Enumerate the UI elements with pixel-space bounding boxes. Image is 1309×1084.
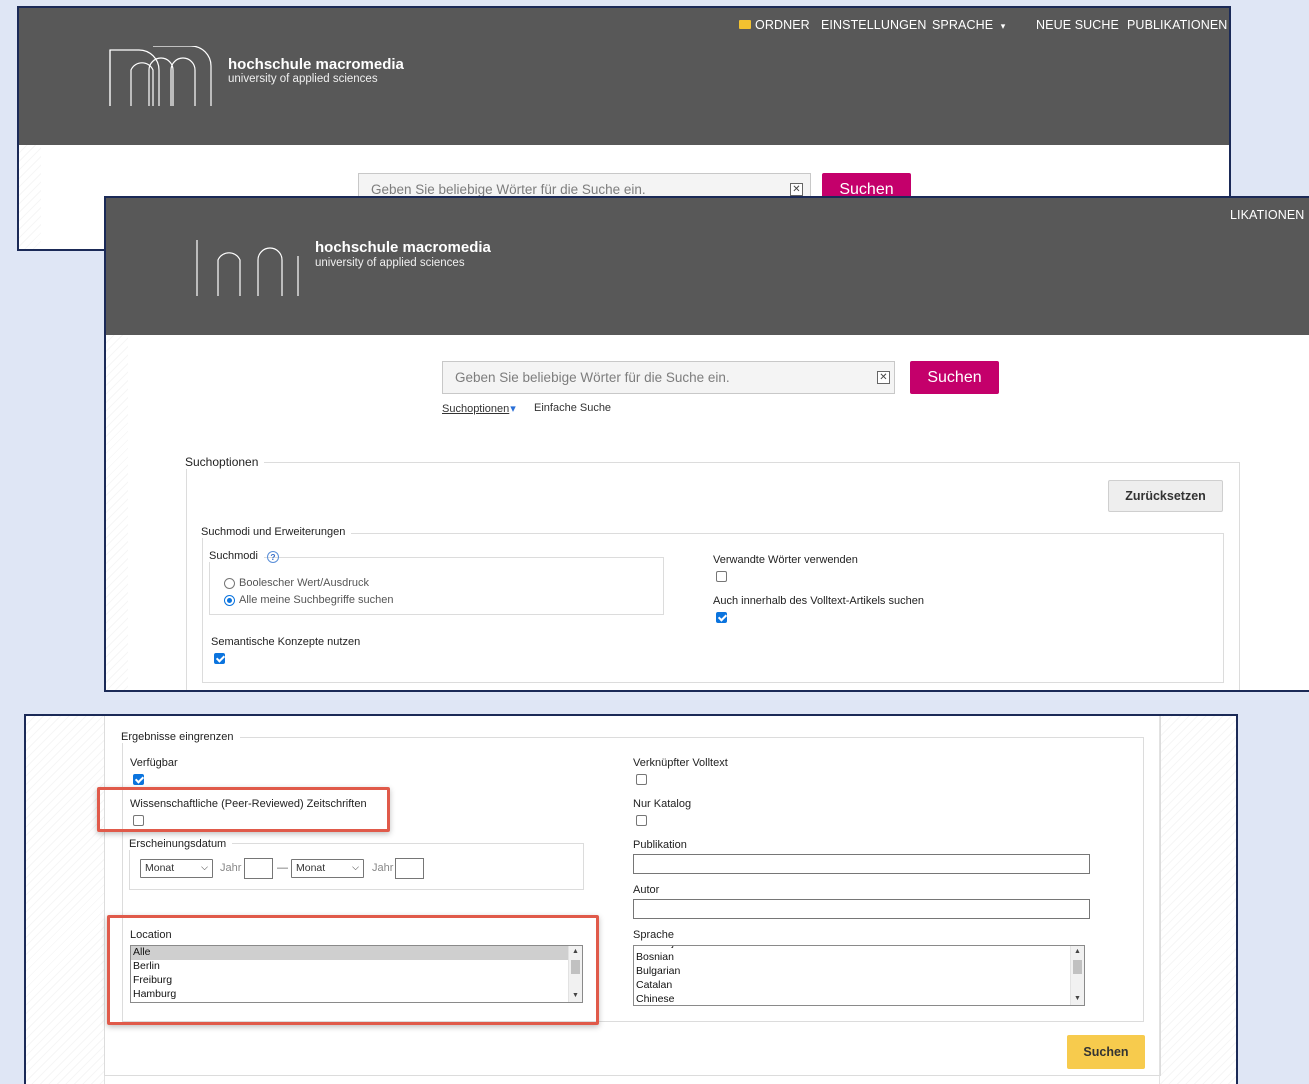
reset-button[interactable]: Zurücksetzen [1108, 480, 1223, 512]
search-modes-title: Suchmodi und Erweiterungen [201, 526, 352, 538]
search-input-2[interactable]: Geben Sie beliebige Wörter für die Suche… [442, 361, 895, 394]
limits-title: Ergebnisse eingrenzen [121, 731, 240, 743]
language-scrollbar[interactable]: ▲ ▼ [1070, 946, 1084, 1005]
linked-fulltext-checkbox[interactable] [636, 774, 647, 785]
publication-label: Publikation [633, 839, 687, 851]
year-to-label: Jahr [372, 862, 394, 874]
list-option[interactable]: Bosnian [634, 951, 1084, 965]
logo-subtitle-2: university of applied sciences [315, 257, 465, 269]
date-dash: — [277, 862, 288, 874]
list-option[interactable]: Chinese [634, 993, 1084, 1005]
screenshot-panel-middle: LIKATIONEN hochschule macromedia univers… [104, 196, 1309, 692]
radio-boolean-label: Boolescher Wert/Ausdruck [239, 577, 370, 589]
nav-folder[interactable]: ORDNER [739, 18, 810, 32]
annotation-box-peer-reviewed [97, 787, 390, 832]
radio-boolean[interactable] [224, 578, 235, 589]
list-option[interactable]: Catalan [634, 979, 1084, 993]
date-label: Erscheinungsdatum [129, 838, 233, 850]
language-label: Sprache [633, 929, 674, 941]
search-options-title: Suchoptionen [185, 455, 265, 469]
author-label: Autor [633, 884, 660, 896]
chevron-down-icon: ▾ [1000, 21, 1006, 31]
catalog-only-checkbox[interactable] [636, 815, 647, 826]
nav-new-search[interactable]: NEUE SUCHE [1036, 18, 1119, 32]
scroll-up-icon[interactable]: ▲ [1071, 946, 1084, 958]
month-to-select[interactable]: Monat ⌵ [291, 859, 364, 878]
search-area-2: Geben Sie beliebige Wörter für die Suche… [128, 335, 1309, 690]
nav-settings[interactable]: EINSTELLUNGEN [821, 18, 927, 32]
logo-name-2: hochschule macromedia [315, 239, 491, 256]
year-from-label: Jahr [220, 862, 242, 874]
chevron-down-icon: ⌵ [352, 862, 359, 872]
semantic-label: Semantische Konzepte nutzen [211, 636, 361, 648]
semantic-checkbox[interactable] [214, 653, 225, 664]
folder-icon [739, 20, 751, 29]
month-from-select[interactable]: Monat ⌵ [140, 859, 213, 878]
logo-subtitle: university of applied sciences [228, 73, 378, 85]
search-submit-button[interactable]: Suchen [1067, 1035, 1145, 1069]
nav-language[interactable]: SPRACHE ▾ [932, 18, 1005, 32]
site-header: ORDNER EINSTELLUNGEN SPRACHE ▾ NEUE SUCH… [19, 8, 1229, 145]
scroll-thumb[interactable] [1073, 960, 1082, 974]
nav-publications-2[interactable]: LIKATIONEN [1230, 208, 1304, 222]
help-icon[interactable]: ? [267, 551, 279, 563]
radio-all-terms-label: Alle meine Suchbegriffe suchen [239, 594, 394, 606]
logo-name: hochschule macromedia [228, 56, 404, 73]
language-options: AzerbaijaniBosnianBulgarianCatalanChines… [634, 946, 1084, 1005]
macromedia-logo-2 [196, 240, 299, 296]
linked-fulltext-label: Verknüpfter Volltext [633, 757, 728, 769]
related-words-checkbox[interactable] [716, 571, 727, 582]
year-to-input[interactable] [395, 858, 424, 879]
scroll-down-icon[interactable]: ▼ [1071, 993, 1084, 1005]
year-from-input[interactable] [244, 858, 273, 879]
related-words-label: Verwandte Wörter verwenden [713, 554, 858, 566]
available-checkbox[interactable] [133, 774, 144, 785]
author-input[interactable] [633, 899, 1090, 919]
fulltext-search-checkbox[interactable] [716, 612, 727, 623]
list-option[interactable]: Bulgarian [634, 965, 1084, 979]
language-listbox[interactable]: AzerbaijaniBosnianBulgarianCatalanChines… [633, 945, 1085, 1006]
limits-area: Ergebnisse eingrenzen Verfügbar Wissensc… [104, 716, 1161, 1084]
site-header-2: LIKATIONEN hochschule macromedia univers… [106, 198, 1309, 335]
catalog-only-label: Nur Katalog [633, 798, 692, 810]
annotation-box-location [107, 915, 599, 1025]
clear-icon[interactable]: ✕ [790, 183, 803, 196]
search-button-2[interactable]: Suchen [910, 361, 999, 394]
caret-down-icon: ▾ [510, 403, 516, 415]
fulltext-search-label: Auch innerhalb des Volltext-Artikels suc… [713, 595, 924, 607]
screenshot-panel-bottom: Ergebnisse eingrenzen Verfügbar Wissensc… [24, 714, 1238, 1084]
macromedia-logo [109, 46, 212, 106]
nav-publications[interactable]: PUBLIKATIONEN [1127, 18, 1227, 32]
search-options-link-2[interactable]: Suchoptionen▾ [442, 402, 516, 415]
available-label: Verfügbar [130, 757, 178, 769]
clear-icon-2[interactable]: ✕ [877, 371, 890, 384]
suchmodi-label: Suchmodi [209, 550, 264, 562]
publication-input[interactable] [633, 854, 1090, 874]
chevron-down-icon: ⌵ [201, 862, 208, 872]
radio-all-terms[interactable] [224, 595, 235, 606]
simple-search-link-2[interactable]: Einfache Suche [534, 402, 611, 414]
